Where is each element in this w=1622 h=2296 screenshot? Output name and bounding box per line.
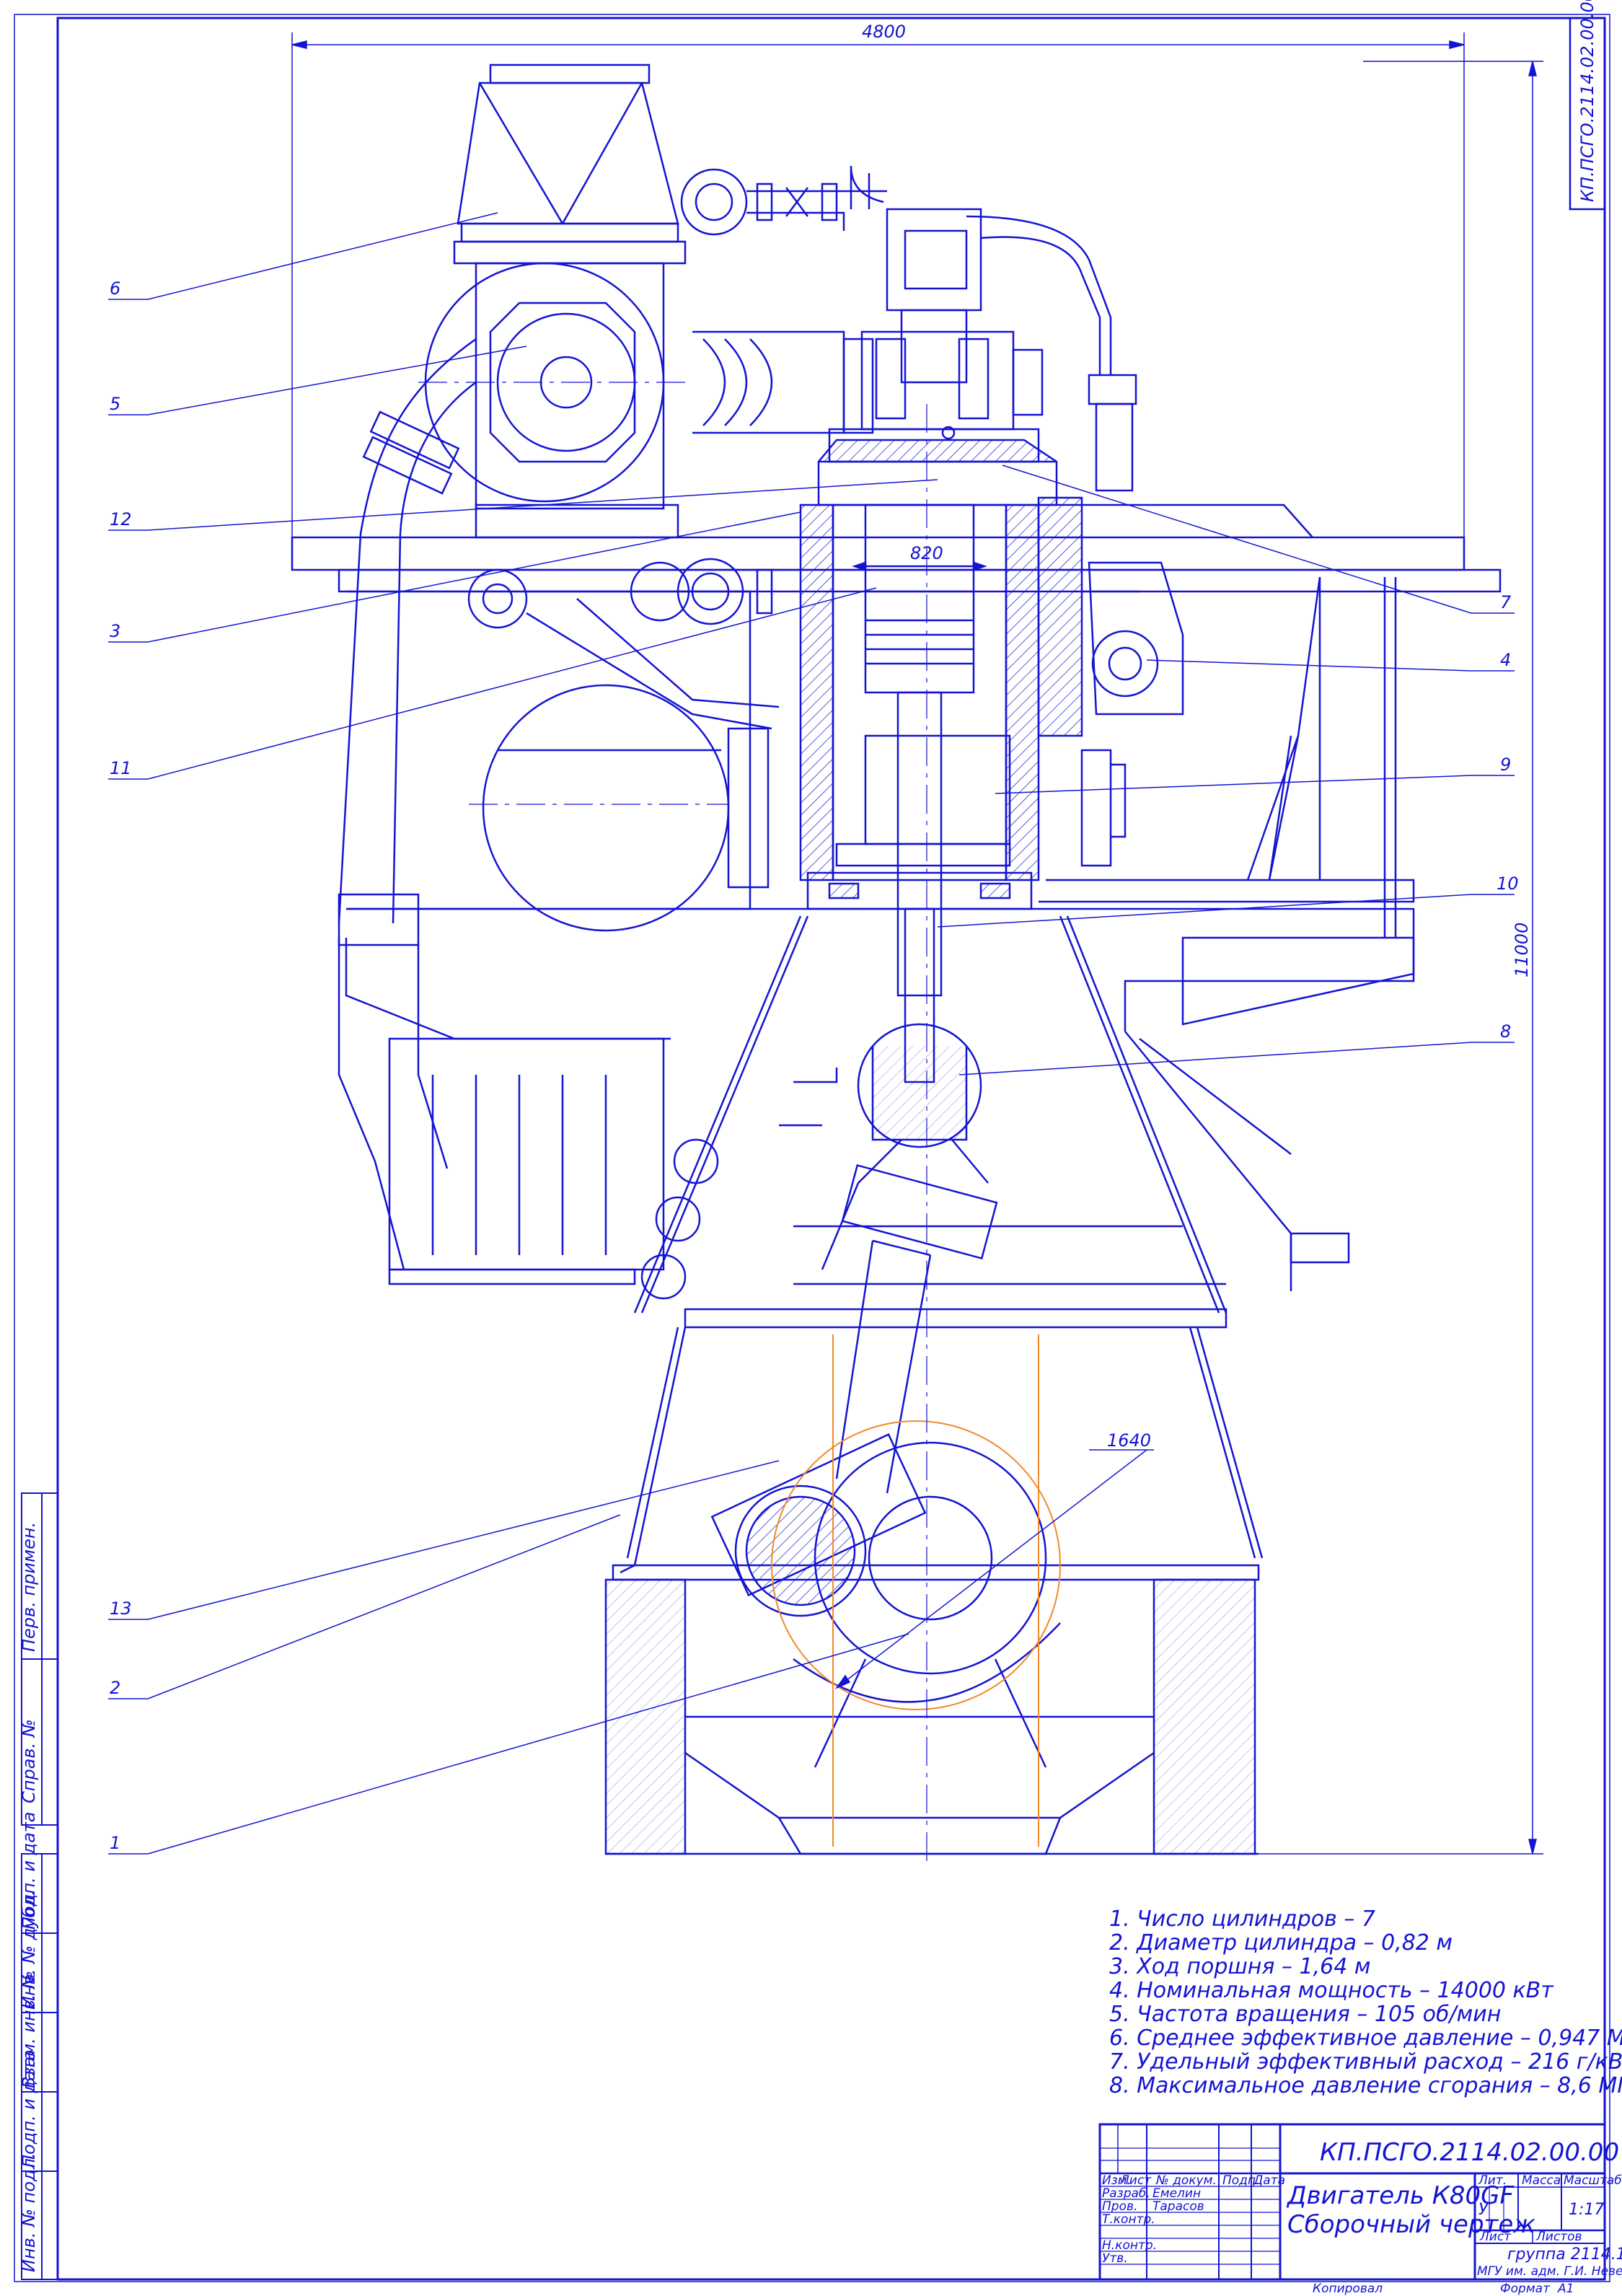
spec-3: 3. Ход поршня – 1,64 м (1109, 1954, 1371, 1979)
spec-8: 8. Максимальное давление сгорания – 8,6 … (1109, 2073, 1622, 2098)
crankshaft (710, 1433, 1061, 1703)
label-8: 8 (1500, 1021, 1511, 1042)
tb-prov-name: Тарасов (1152, 2199, 1204, 2214)
tb-row-utv: Утв. (1102, 2251, 1128, 2266)
tb-col-list: Лист (1119, 2173, 1152, 2188)
tb-mass-header: Масса (1522, 2173, 1561, 2188)
tb-lit-value: У (1478, 2201, 1489, 2219)
side-stamp: Перв. примен. Справ. № Подп. и дата Инв.… (19, 1492, 58, 2280)
side-inv-podl: Инв. № подл. (19, 2152, 39, 2272)
label-2: 2 (110, 1678, 120, 1698)
side-podp-data-2: Подп. и дата (19, 2050, 39, 2168)
exhaust-valve-housing (1037, 496, 1415, 938)
connecting-rod (821, 1139, 998, 1494)
spec-1: 1. Число цилиндров – 7 (1109, 1906, 1375, 1932)
spec-6: 6. Среднее эффективное давление – 0,947 … (1109, 2026, 1622, 2051)
dimension-stroke (834, 1449, 1154, 1689)
tb-sheet-label: Лист (1479, 2230, 1512, 2244)
spec-4: 4. Номинальная мощность – 14000 кВт (1109, 1978, 1554, 2003)
top-code-text: КП.ПСГО.2114.02.00.00 СБ (1577, 0, 1597, 202)
top-code-box: КП.ПСГО.2114.02.00.00 СБ (1569, 0, 1606, 211)
top-piping (680, 168, 887, 236)
spec-7: 7. Удельный эффективный расход – 216 г/к… (1109, 2049, 1622, 2075)
dim-width-text: 4800 (862, 22, 906, 42)
label-10: 10 (1497, 874, 1519, 894)
tb-format-value: А1 (1557, 2282, 1574, 2296)
tb-format-label: Формат (1500, 2282, 1551, 2296)
label-13: 13 (110, 1598, 132, 1619)
tb-razrab-name: Емелин (1152, 2186, 1201, 2201)
side-sprav: Справ. № (19, 1719, 39, 1803)
tb-sheets-label: Листов (1535, 2230, 1582, 2244)
spec-2: 2. Диаметр цилиндра – 0,82 м (1109, 1930, 1453, 1956)
label-11: 11 (110, 758, 132, 778)
label-6: 6 (110, 278, 120, 299)
turbocharger (424, 63, 874, 510)
tb-org: МГУ им. адм. Г.И. Невельского (1477, 2264, 1622, 2279)
label-12: 12 (110, 509, 132, 529)
scavenge-receiver (346, 558, 780, 932)
label-1: 1 (110, 1833, 120, 1853)
bedplate (604, 1308, 1264, 1855)
tb-col-date: Дата (1253, 2173, 1285, 2188)
label-9: 9 (1500, 755, 1511, 775)
tb-scale-value: 1:17 (1569, 2201, 1604, 2219)
label-4: 4 (1500, 650, 1511, 670)
dim-stroke-text: 1640 (1107, 1430, 1151, 1451)
tb-scale-header: Масштаб (1564, 2173, 1622, 2188)
tb-group: группа 2114.1 (1507, 2246, 1622, 2264)
upper-platform (291, 439, 1502, 593)
tb-copied: Копировал (1313, 2282, 1383, 2296)
spec-5: 5. Частота вращения – 105 об/мин (1109, 2002, 1501, 2027)
exhaust-manifold-pipe (338, 338, 477, 1270)
tb-code: КП.ПСГО.2114.02.00.00 СБ (1320, 2138, 1622, 2167)
tb-row-tkontr: Т.контр. (1102, 2212, 1155, 2227)
cylinder-liner (799, 503, 1040, 997)
side-perv-primen: Перв. примен. (19, 1522, 39, 1652)
leader-lines (108, 212, 1515, 1855)
tb-lit-header: Лит. (1478, 2173, 1507, 2188)
tb-row-prov: Пров. (1102, 2199, 1137, 2214)
tb-row-razrab: Разраб. (1102, 2186, 1150, 2201)
label-7: 7 (1500, 592, 1512, 612)
assembly-drawing: КП.ПСГО.2114.02.00.00 СБ Перв. примен. С… (14, 0, 1622, 2296)
label-3: 3 (110, 621, 120, 641)
dim-height-text: 11000 (1512, 923, 1532, 977)
spec-list: 1. Число цилиндров – 7 2. Диаметр цилинд… (1109, 1906, 1622, 2098)
tb-col-doc: № докум. (1155, 2173, 1217, 2188)
tb-row-nkontr: Н.контр. (1102, 2238, 1157, 2253)
dimension-height (1255, 61, 1543, 1855)
label-5: 5 (110, 394, 120, 414)
